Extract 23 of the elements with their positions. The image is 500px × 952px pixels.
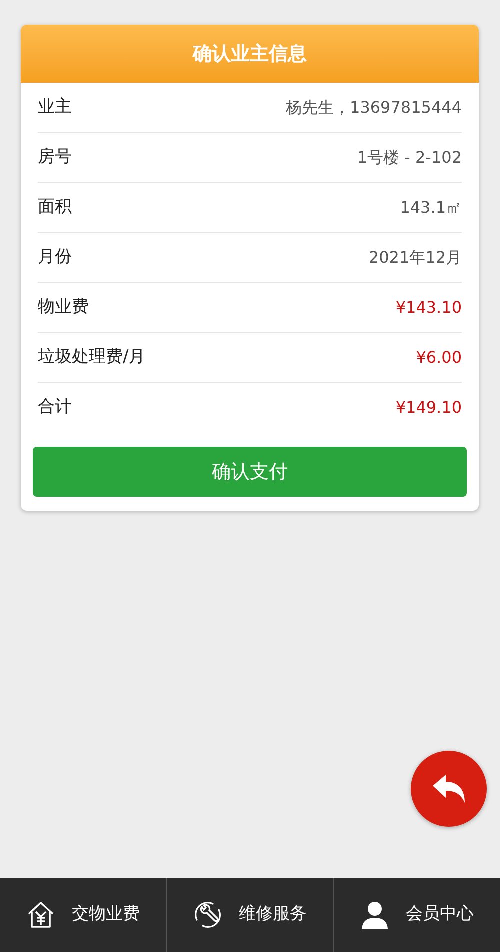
row-label: 月份 bbox=[38, 246, 72, 269]
row-value: 143.1㎡ bbox=[400, 196, 462, 218]
row-value: ¥6.00 bbox=[416, 346, 462, 368]
row-value: 2021年12月 bbox=[368, 246, 462, 268]
back-button[interactable] bbox=[411, 751, 487, 827]
row-label: 面积 bbox=[38, 196, 72, 219]
nav-tab[interactable]: 维修服务 bbox=[166, 878, 333, 952]
nav-tab[interactable]: 交物业费 bbox=[0, 878, 166, 952]
row-value: ¥143.10 bbox=[396, 296, 462, 318]
row-label: 合计 bbox=[38, 396, 72, 420]
reply-arrow-icon bbox=[431, 774, 467, 804]
person-icon bbox=[360, 900, 390, 930]
row-value: 1号楼 - 2-102 bbox=[357, 146, 462, 168]
wrench-icon bbox=[193, 900, 223, 930]
nav-tab[interactable]: 会员中心 bbox=[333, 878, 500, 952]
row-label: 房号 bbox=[38, 146, 72, 169]
row-label: 垃圾处理费/月 bbox=[38, 346, 146, 369]
row-value: ¥149.10 bbox=[396, 397, 462, 419]
card-title: 确认业主信息 bbox=[193, 42, 307, 67]
row-label: 业主 bbox=[38, 96, 72, 119]
house-yen-icon bbox=[26, 900, 56, 930]
row-label: 物业费 bbox=[38, 296, 89, 319]
row-value: 杨先生，13697815444 bbox=[286, 96, 462, 118]
